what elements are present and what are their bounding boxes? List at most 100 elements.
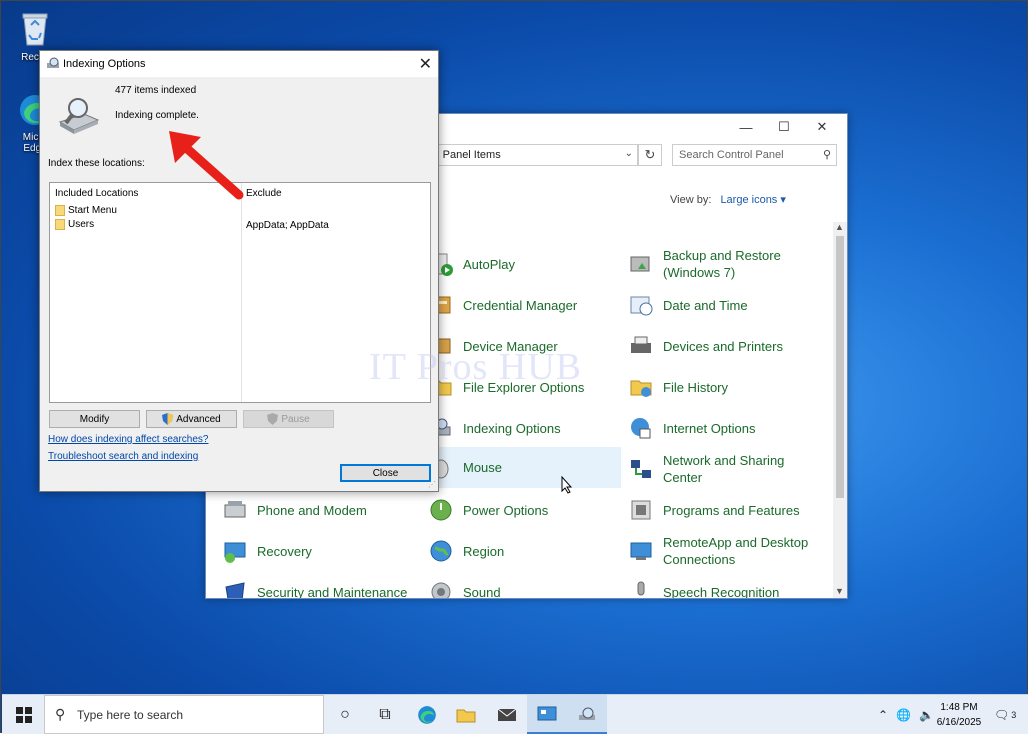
dialog-titlebar[interactable]: Indexing Options ✕: [40, 51, 438, 77]
sound-icon: [431, 582, 451, 598]
close-icon[interactable]: ✕: [419, 54, 432, 74]
mouse-cursor-icon: [561, 476, 573, 494]
cp-item-phone-and-modem[interactable]: Phone and Modem: [222, 497, 367, 523]
indexing-options-taskbar-icon[interactable]: [567, 695, 607, 734]
region-icon: [430, 540, 452, 562]
items-indexed-count: 477 items indexed: [115, 85, 197, 96]
clock-icon: [630, 296, 653, 316]
indexing-icon: [47, 57, 59, 68]
cortana-icon[interactable]: ○: [325, 695, 365, 734]
pause-button[interactable]: Pause: [243, 410, 334, 428]
modify-button[interactable]: Modify: [49, 410, 140, 428]
scroll-up-icon[interactable]: ▲: [835, 222, 844, 232]
cp-item-speech-recognition[interactable]: Speech Recognition: [628, 579, 779, 598]
cp-item-internet-options[interactable]: Internet Options: [628, 415, 756, 441]
cp-item-power-options[interactable]: Power Options: [428, 497, 548, 523]
cp-item-recovery[interactable]: Recovery: [222, 538, 312, 564]
close-button[interactable]: Close: [340, 464, 431, 482]
shield-icon: [162, 413, 174, 425]
recovery-icon: [224, 542, 246, 563]
indexing-options-dialog: Indexing Options ✕ 477 items indexed Ind…: [39, 50, 439, 492]
view-by-dropdown[interactable]: Large icons ▾: [720, 194, 785, 206]
location-row[interactable]: Start Menu: [55, 205, 117, 216]
taskbar-search-box[interactable]: ⚲ Type here to search: [44, 695, 324, 734]
location-exclude: AppData; AppData: [246, 220, 329, 231]
edge-taskbar-icon[interactable]: [407, 695, 447, 734]
windows-logo-icon: [16, 706, 32, 723]
control-panel-taskbar-icon[interactable]: [527, 695, 567, 734]
cp-item-remoteapp[interactable]: RemoteApp and Desktop Connections: [628, 534, 808, 568]
locations-label: Index these locations:: [48, 158, 145, 169]
cp-item-sound[interactable]: Sound: [428, 579, 501, 598]
system-tray: ⌃ 🌐 🔈: [878, 695, 934, 734]
cp-item-device-manager[interactable]: Device Manager: [428, 333, 558, 359]
address-bar[interactable]: ol Panel Items ⌄: [426, 144, 638, 166]
view-by-label: View by:: [670, 194, 712, 206]
remoteapp-icon: [630, 542, 652, 560]
cp-item-indexing-options[interactable]: Indexing Options: [428, 415, 561, 441]
network-icon: [631, 460, 651, 478]
cp-item-autoplay[interactable]: AutoPlay: [428, 251, 515, 277]
search-control-panel-input[interactable]: Search Control Panel ⚲: [672, 144, 837, 166]
indexing-status: Indexing complete.: [115, 110, 199, 121]
chevron-up-icon[interactable]: ⌃: [878, 708, 888, 722]
taskbar-clock[interactable]: 1:48 PM 6/16/2025: [934, 700, 984, 730]
file-explorer-icon[interactable]: [446, 695, 486, 734]
speech-icon: [637, 581, 645, 596]
mail-icon[interactable]: [487, 695, 527, 734]
cp-item-mouse[interactable]: Mouse: [428, 447, 621, 488]
resize-grip-icon[interactable]: ⋰: [428, 480, 436, 489]
link-troubleshoot[interactable]: Troubleshoot search and indexing: [48, 451, 198, 462]
programs-icon: [631, 500, 651, 520]
refresh-icon[interactable]: ↻: [638, 144, 662, 166]
column-header-included: Included Locations: [55, 188, 139, 199]
cp-item-network-and-sharing-center[interactable]: Network and Sharing Center: [628, 452, 784, 486]
phone-icon: [224, 501, 246, 518]
internet-icon: [631, 418, 651, 439]
advanced-button[interactable]: Advanced: [146, 410, 237, 428]
search-placeholder: Search Control Panel: [679, 149, 784, 161]
cp-item-credential-manager[interactable]: Credential Manager: [428, 292, 577, 318]
start-button[interactable]: [4, 695, 44, 734]
power-icon: [430, 499, 452, 521]
folder-icon: [55, 219, 65, 230]
recycle-bin-icon: [5, 9, 65, 50]
folder-icon: [55, 205, 65, 216]
scroll-thumb[interactable]: [836, 236, 844, 498]
shield-icon: [267, 413, 279, 425]
indexing-large-icon: [58, 98, 100, 134]
cp-item-file-explorer-options[interactable]: File Explorer Options: [428, 374, 584, 400]
network-globe-icon[interactable]: 🌐: [896, 708, 911, 722]
notification-icon: 🗨: [994, 707, 1010, 722]
cp-item-security-and-maintenance[interactable]: Security and Maintenance: [222, 579, 407, 598]
vertical-scrollbar[interactable]: ▲ ▼: [833, 222, 847, 598]
close-icon[interactable]: ✕: [803, 116, 841, 138]
minimize-icon[interactable]: —: [727, 116, 765, 138]
column-header-exclude: Exclude: [246, 188, 282, 199]
link-indexing-affect-searches[interactable]: How does indexing affect searches?: [48, 434, 208, 445]
cp-item-file-history[interactable]: File History: [628, 374, 728, 400]
search-icon: ⚲: [822, 149, 831, 161]
desktop: Recyc Micro Edge — ☐ ✕ ol Panel Items ⌄ …: [0, 0, 1028, 734]
locations-list[interactable]: Included Locations Exclude Start Menu Us…: [49, 182, 431, 403]
chevron-down-icon[interactable]: ⌄: [625, 148, 633, 159]
address-text: ol Panel Items: [431, 149, 501, 161]
volume-icon[interactable]: 🔈: [919, 708, 934, 722]
maximize-icon[interactable]: ☐: [765, 116, 803, 138]
notification-center[interactable]: 🗨 3: [994, 695, 1016, 734]
red-arrow-annotation: [169, 131, 244, 200]
taskbar-search-placeholder: Type here to search: [77, 708, 184, 722]
cp-item-region[interactable]: Region: [428, 538, 504, 564]
location-row[interactable]: Users: [55, 219, 94, 230]
file-history-icon: [630, 380, 652, 397]
taskbar: ⚲ Type here to search ○ ⧉ ⌃ 🌐 🔈 1:48 PM …: [2, 694, 1028, 734]
cp-item-programs-and-features[interactable]: Programs and Features: [628, 497, 800, 523]
task-view-icon[interactable]: ⧉: [365, 695, 405, 734]
cp-item-backup-and-restore[interactable]: Backup and Restore (Windows 7): [628, 247, 781, 281]
cp-item-devices-and-printers[interactable]: Devices and Printers: [628, 333, 783, 359]
printer-icon: [631, 336, 651, 353]
scroll-down-icon[interactable]: ▼: [835, 586, 844, 596]
cp-item-date-and-time[interactable]: Date and Time: [628, 292, 748, 318]
notification-count: 3: [1011, 709, 1017, 720]
column-divider: [241, 183, 242, 402]
